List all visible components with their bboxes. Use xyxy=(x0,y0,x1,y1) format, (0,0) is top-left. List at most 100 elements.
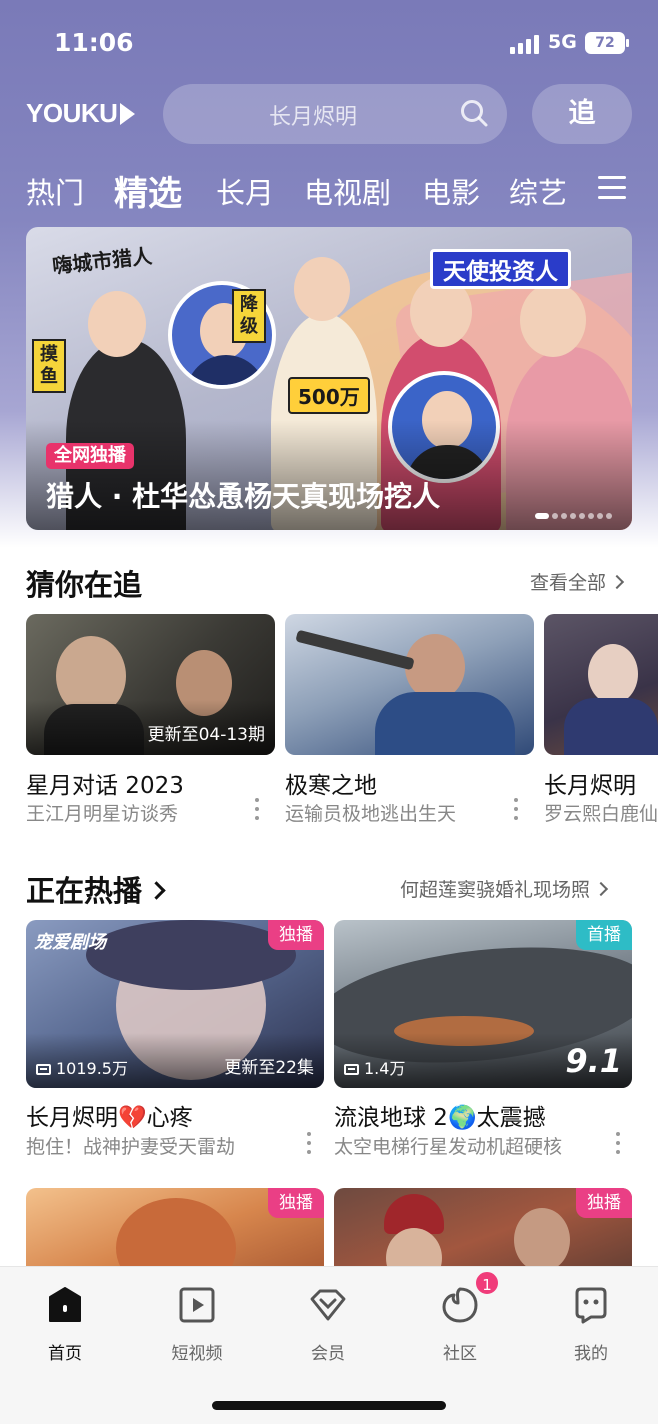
search-icon[interactable] xyxy=(459,98,489,128)
rating-score: 9.1 xyxy=(565,1042,622,1080)
card-subtitle: 王江月明星访谈秀 xyxy=(26,803,179,825)
tab-changyue[interactable]: 长月 xyxy=(216,170,274,212)
card-title: 长月烬明 xyxy=(544,773,636,799)
view-all-link[interactable]: 查看全部 xyxy=(530,568,625,595)
card-thumbnail: 宠爱剧场 独播 1019.5万 更新至22集 xyxy=(26,920,324,1088)
more-options-icon[interactable] xyxy=(514,798,518,820)
carousel-dot[interactable] xyxy=(588,513,594,519)
exclusive-badge: 独播 xyxy=(268,920,324,950)
exclusive-badge: 独播 xyxy=(576,1188,632,1218)
nav-label: 首页 xyxy=(48,1344,82,1364)
carousel-dot[interactable] xyxy=(535,513,549,519)
signal-icon xyxy=(510,34,540,54)
banner-title: 猎人 · 杜华怂恿杨天真现场挖人 xyxy=(46,480,441,513)
network-type: 5G xyxy=(548,31,577,53)
exclusive-tag: 全网独播 xyxy=(46,443,134,469)
top-bar: YOUKU 长月烬明 追 xyxy=(0,84,658,144)
follow-button[interactable]: 追 xyxy=(532,84,632,144)
premiere-badge: 首播 xyxy=(576,920,632,950)
card-subtitle: 罗云熙白鹿仙 xyxy=(544,803,658,825)
nav-home[interactable]: 首页 xyxy=(20,1285,110,1364)
tab-hot[interactable]: 热门 xyxy=(26,170,84,212)
card-subtitle: 运输员极地逃出生天 xyxy=(285,803,457,825)
hot-topic-link[interactable]: 何超莲窦骁婚礼现场照 xyxy=(400,875,609,902)
banner-label-angel: 天使投资人 xyxy=(430,249,571,289)
card-subtitle: 抱住！战神护妻受天雷劫 xyxy=(26,1136,236,1158)
youku-logo[interactable]: YOUKU xyxy=(26,98,136,129)
section-title-trending[interactable]: 正在热播 xyxy=(26,868,166,910)
view-count: 1.4万 xyxy=(344,1055,405,1079)
nav-vip[interactable]: 会员 xyxy=(283,1285,373,1364)
view-all-label: 查看全部 xyxy=(530,572,607,594)
banner-label-fish: 摸鱼 xyxy=(32,339,66,393)
card-thumbnail: 更新至04-13期 xyxy=(26,614,275,755)
more-options-icon[interactable] xyxy=(255,798,259,820)
card-subtitle: 太空电梯行星发动机超硬核 xyxy=(334,1136,563,1158)
card-thumbnail xyxy=(544,614,658,755)
nav-short-video[interactable]: 短视频 xyxy=(152,1285,242,1364)
channel-logo: 宠爱剧场 xyxy=(34,932,106,953)
home-icon xyxy=(49,1287,81,1322)
card-thumbnail xyxy=(285,614,534,755)
carousel-dots xyxy=(532,513,612,519)
community-icon xyxy=(442,1287,478,1323)
carousel-dot[interactable] xyxy=(561,513,567,519)
section-title-watching: 猜你在追 xyxy=(26,568,143,602)
carousel-dot[interactable] xyxy=(606,513,612,519)
card-title: 星月对话 2023 xyxy=(26,773,184,799)
more-options-icon[interactable] xyxy=(616,1132,620,1154)
logo-text: YOUKU xyxy=(26,98,118,128)
nav-label: 短视频 xyxy=(171,1344,223,1364)
banner-show-logo: 嗨城市猎人 xyxy=(51,243,154,279)
tab-variety[interactable]: 综艺 xyxy=(509,170,567,212)
profile-icon xyxy=(575,1287,607,1324)
section-title-trending-label: 正在热播 xyxy=(26,874,143,908)
banner-person-head xyxy=(294,257,350,321)
chevron-right-icon xyxy=(593,881,609,897)
vip-icon xyxy=(310,1289,346,1321)
views-icon xyxy=(344,1064,359,1075)
nav-community[interactable]: 社区 xyxy=(415,1285,505,1364)
banner-label-downgrade: 降级 xyxy=(232,289,266,343)
banner-person-head xyxy=(88,291,146,357)
more-options-icon[interactable] xyxy=(307,1132,311,1154)
nav-label: 会员 xyxy=(311,1344,345,1364)
view-count-value: 1.4万 xyxy=(364,1059,406,1078)
short-video-icon xyxy=(179,1287,215,1323)
carousel-dot[interactable] xyxy=(552,513,558,519)
search-bar[interactable]: 长月烬明 xyxy=(163,84,507,144)
views-icon xyxy=(36,1064,51,1075)
hot-topic-label: 何超莲窦骁婚礼现场照 xyxy=(400,879,591,901)
card-title: 极寒之地 xyxy=(285,773,377,799)
category-tabs: 热门 精选 长月 电视剧 电影 综艺 xyxy=(0,166,658,215)
update-caption: 更新至04-13期 xyxy=(147,725,265,745)
logo-arrow-icon xyxy=(120,103,136,125)
card-thumbnail: 首播 1.4万 9.1 xyxy=(334,920,632,1088)
menu-icon[interactable] xyxy=(598,176,626,200)
nav-profile[interactable]: 我的 xyxy=(546,1285,636,1364)
status-time: 11:06 xyxy=(54,28,134,57)
carousel-dot[interactable] xyxy=(579,513,585,519)
tab-featured[interactable]: 精选 xyxy=(114,166,182,215)
chevron-right-icon xyxy=(147,881,166,900)
banner-person-head xyxy=(520,283,586,357)
battery-icon: 72 xyxy=(585,32,629,54)
home-indicator[interactable] xyxy=(212,1401,446,1410)
banner-label-amount: 500万 xyxy=(288,377,370,414)
view-count: 1019.5万 xyxy=(36,1055,128,1079)
card-title: 长月烬明💔心疼 xyxy=(26,1105,193,1131)
carousel-dot[interactable] xyxy=(597,513,603,519)
status-bar: 11:06 5G 72 xyxy=(0,24,658,64)
chevron-right-icon xyxy=(609,574,625,590)
nav-label: 我的 xyxy=(574,1344,608,1364)
exclusive-badge: 独播 xyxy=(268,1188,324,1218)
hero-banner[interactable]: 嗨城市猎人 摸鱼 降级 天使投资人 500万 全网独播 猎人 · 杜华怂恿杨天真… xyxy=(26,227,632,530)
update-caption: 更新至22集 xyxy=(224,1058,314,1078)
search-placeholder: 长月烬明 xyxy=(268,105,357,130)
nav-label: 社区 xyxy=(443,1344,477,1364)
card-title: 流浪地球 2🌍太震撼 xyxy=(334,1105,546,1131)
community-notification-badge: 1 xyxy=(474,1270,500,1296)
tab-movie[interactable]: 电影 xyxy=(422,170,480,212)
tab-tv-series[interactable]: 电视剧 xyxy=(304,170,391,212)
carousel-dot[interactable] xyxy=(570,513,576,519)
